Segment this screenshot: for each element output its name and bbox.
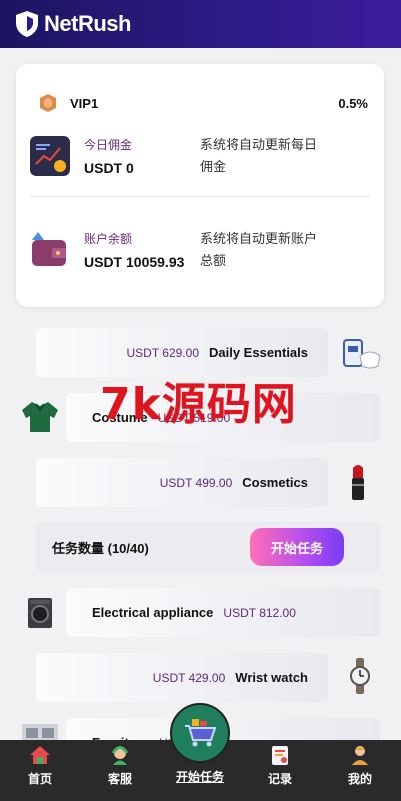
product-price: USDT 499.00 xyxy=(159,475,233,490)
task-count-label: 任务数量 (10/40) xyxy=(52,540,149,556)
lipstick-icon xyxy=(352,465,364,500)
nav-records-label: 记录 xyxy=(267,772,292,786)
start-task-button[interactable]: 开始任务 xyxy=(250,528,344,566)
home-icon xyxy=(30,746,50,764)
product-name: Wrist watch xyxy=(235,670,308,685)
balance-note: 系统将自动更新账户总额 xyxy=(200,231,318,268)
balance-value: USDT 10059.93 xyxy=(84,254,185,270)
nav-start-task-label[interactable]: 开始任务 xyxy=(164,768,236,785)
vip-level: VIP1 xyxy=(70,95,99,111)
app-header: NetRush xyxy=(0,0,401,48)
customer-service-icon xyxy=(111,746,129,765)
wrist-watch-icon xyxy=(350,658,370,694)
product-price: USDT 812.00 xyxy=(223,605,296,620)
task-row: 任务数量 (10/40) 开始任务 xyxy=(36,522,380,572)
shopping-cart-icon xyxy=(185,719,217,747)
product-name: Electrical appliance xyxy=(92,605,214,620)
start-task-cart-button[interactable] xyxy=(170,703,230,763)
product-price: USDT 429.00 xyxy=(152,670,226,685)
nav-service-label: 客服 xyxy=(107,772,132,786)
product-row-wrist-watch[interactable]: USDT 429.00 Wrist watch xyxy=(36,653,328,702)
product-name: Cosmetics xyxy=(242,475,308,490)
wallet-icon xyxy=(32,232,66,266)
account-card: VIP1 0.5% 今日佣金 USDT 0 系统将自动更新每日佣金 账户余额 U… xyxy=(16,64,384,307)
nav-home-label: 首页 xyxy=(27,772,52,786)
product-row-cosmetics[interactable]: USDT 499.00 Cosmetics xyxy=(36,458,328,507)
shield-logo-icon xyxy=(16,11,38,37)
commission-note: 系统将自动更新每日佣金 xyxy=(200,137,318,174)
commission-chart-icon xyxy=(30,136,70,176)
nav-mine[interactable]: 我的 xyxy=(330,740,390,801)
product-name: Daily Essentials xyxy=(209,345,308,360)
brand-name: NetRush xyxy=(44,11,131,36)
daily-essentials-icon xyxy=(343,339,381,369)
nav-mine-label: 我的 xyxy=(347,772,372,786)
profile-icon xyxy=(352,746,368,765)
nav-service[interactable]: 客服 xyxy=(90,740,150,801)
vip-rate: 0.5% xyxy=(338,95,368,111)
product-price: USDT 629.00 xyxy=(126,345,200,360)
watermark-text: 7k源码网 xyxy=(100,379,297,430)
product-row-electrical-appliance[interactable]: Electrical appliance USDT 812.00 xyxy=(66,588,380,637)
vip-row: VIP1 0.5% xyxy=(38,92,368,114)
costume-icon xyxy=(22,402,58,432)
commission-value: USDT 0 xyxy=(84,160,134,176)
nav-records[interactable]: 记录 xyxy=(250,740,310,801)
commission-title: 今日佣金 xyxy=(84,138,133,152)
electrical-appliance-icon xyxy=(28,598,52,628)
nav-home[interactable]: 首页 xyxy=(10,740,70,801)
vip-badge-icon xyxy=(40,94,56,112)
brand-logo[interactable]: NetRush xyxy=(14,10,131,38)
balance-title: 账户余额 xyxy=(84,232,133,246)
records-icon xyxy=(272,746,288,765)
card-divider xyxy=(30,196,370,197)
